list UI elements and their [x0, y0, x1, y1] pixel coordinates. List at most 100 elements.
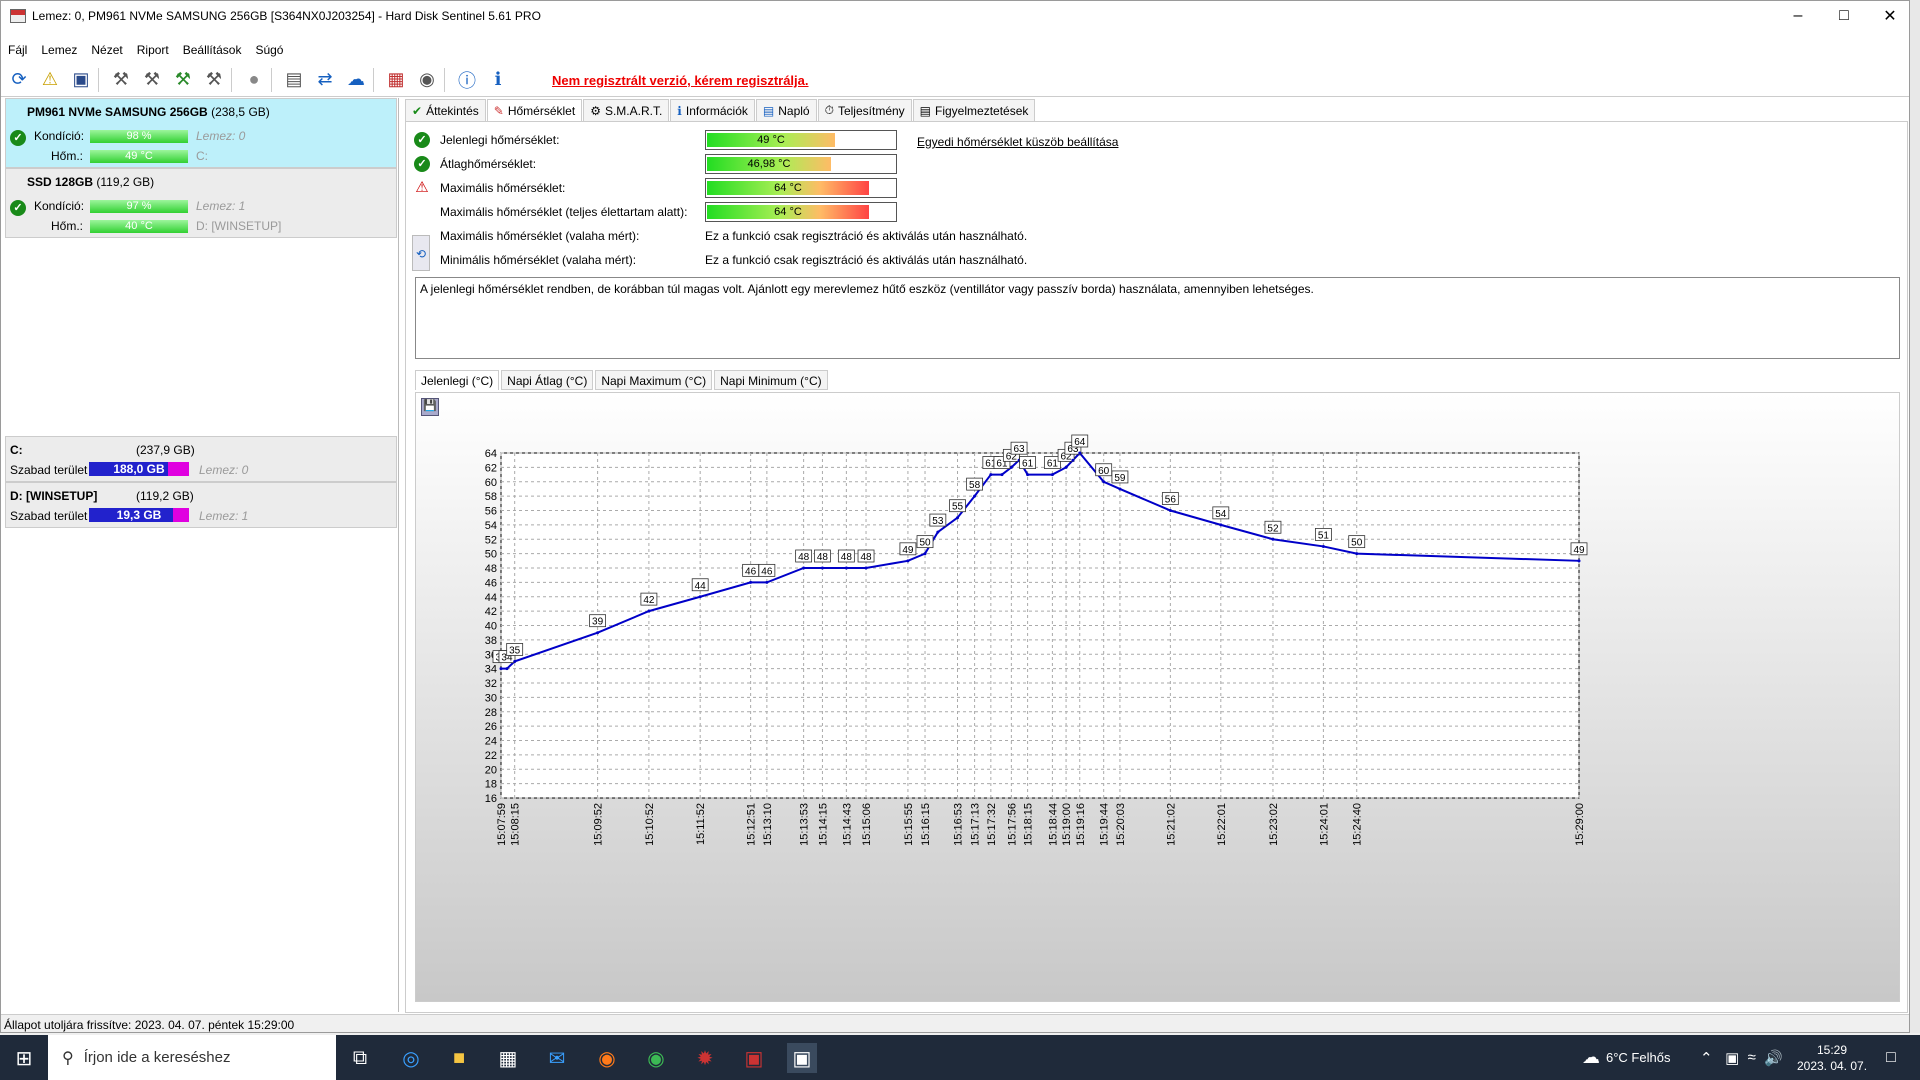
- volume-entry-0[interactable]: C: (237,9 GB) Szabad terület 188,0 GB Le…: [5, 436, 397, 482]
- health-label: Kondíció:: [34, 129, 85, 143]
- close-button[interactable]: ✕: [1867, 1, 1909, 31]
- windows-start-icon[interactable]: ⊞: [9, 1043, 39, 1073]
- hard-disk-sentinel-taskbar-icon[interactable]: ▣: [787, 1043, 817, 1073]
- free-space-bar: 19,3 GB: [89, 508, 189, 522]
- menu-report[interactable]: Riport: [137, 43, 169, 57]
- tab-overview[interactable]: ✔ Áttekintés: [405, 99, 486, 121]
- tab-temperature[interactable]: ✎ Hőmérséklet: [486, 99, 583, 121]
- custom-threshold-link[interactable]: Egyedi hőmérséklet küszöb beállítása: [917, 135, 1118, 149]
- tab-alerts[interactable]: ▤ Figyelmeztetések: [912, 99, 1036, 121]
- x-tick-label: 15:12:51: [746, 803, 758, 846]
- data-point: [936, 530, 940, 534]
- data-label: 59: [1114, 473, 1126, 484]
- y-tick-label: 26: [485, 721, 497, 733]
- clock-time: 15:29: [1816, 1043, 1848, 1057]
- data-point: [906, 559, 910, 563]
- chart-icon[interactable]: ▦: [383, 67, 409, 93]
- weather[interactable]: ☁ 6°C Felhős: [1582, 1035, 1670, 1080]
- menu-help[interactable]: Súgó: [255, 43, 283, 57]
- chrome-icon[interactable]: ◉: [641, 1043, 671, 1073]
- disk-ref: Lemez: 1: [196, 199, 246, 213]
- tray-icons[interactable]: ⌃ ▣ ≈ 🔊: [1700, 1035, 1783, 1080]
- toolbar-separator: [373, 67, 374, 92]
- disk-ref: Lemez: 1: [199, 509, 249, 523]
- tab-daily-minimum[interactable]: Napi Minimum (°C): [714, 370, 828, 390]
- mail-icon[interactable]: ✉: [542, 1043, 572, 1073]
- x-tick-label: 15:15:55: [903, 803, 915, 846]
- tab-daily-maximum[interactable]: Napi Maximum (°C): [595, 370, 713, 390]
- volume-entry-1[interactable]: D: [WINSETUP] (119,2 GB) Szabad terület …: [5, 482, 397, 528]
- test-icon[interactable]: ⚒: [139, 67, 165, 93]
- menu-view[interactable]: Nézet: [91, 43, 122, 57]
- data-label: 58: [969, 480, 981, 491]
- hammer-icon[interactable]: ⚒: [108, 67, 134, 93]
- data-point: [1102, 480, 1106, 484]
- edge-icon[interactable]: ◎: [396, 1043, 426, 1073]
- menu-settings[interactable]: Beállítások: [183, 43, 242, 57]
- help-icon[interactable]: ⓘ: [454, 67, 480, 93]
- tab-daily-average[interactable]: Napi Átlag (°C): [501, 370, 594, 390]
- disk-entry-0[interactable]: PM961 NVMe SAMSUNG 256GB (238,5 GB) ✓ Ko…: [5, 98, 397, 168]
- data-point: [956, 516, 960, 520]
- wifi-icon: ≈: [1747, 1049, 1756, 1066]
- y-tick-label: 42: [485, 606, 497, 618]
- data-point: [1050, 473, 1054, 477]
- history-icon[interactable]: ⟲: [412, 235, 430, 271]
- tab-current[interactable]: Jelenlegi (°C): [415, 370, 500, 390]
- menu-disk[interactable]: Lemez: [41, 43, 77, 57]
- repair-icon[interactable]: ⚒: [201, 67, 227, 93]
- save-icon[interactable]: 💾: [421, 398, 439, 416]
- minimize-button[interactable]: –: [1775, 1, 1821, 31]
- data-label: 42: [643, 595, 655, 606]
- report-icon[interactable]: ▤: [281, 67, 307, 93]
- data-label: 50: [919, 538, 931, 549]
- tab-information[interactable]: ℹ Információk: [670, 99, 755, 121]
- current-temp-bar: 49 °C: [705, 130, 897, 150]
- x-tick-label: 15:17:13: [970, 803, 982, 846]
- ever-max-temp-label: Maximális hőmérséklet (valaha mért):: [440, 229, 640, 243]
- task-view-icon[interactable]: ⧉: [345, 1043, 375, 1073]
- health-label: Kondíció:: [34, 199, 85, 213]
- clock[interactable]: 15:29 2023. 04. 07.: [1796, 1042, 1868, 1074]
- taskbar-search[interactable]: ⚲ Írjon ide a kereséshez: [48, 1035, 336, 1080]
- gear-icon[interactable]: ●: [241, 67, 267, 93]
- unregistered-link[interactable]: Nem regisztrált verzió, kérem regisztrál…: [552, 73, 809, 88]
- drive-letter: C:: [196, 149, 208, 163]
- lifetime-max-temp-bar: 64 °C: [705, 202, 897, 222]
- file-explorer-icon[interactable]: ■: [444, 1043, 474, 1073]
- y-tick-label: 64: [485, 448, 497, 460]
- info-icon[interactable]: ℹ: [485, 67, 511, 93]
- store-icon[interactable]: ▦: [493, 1043, 523, 1073]
- maximize-button[interactable]: □: [1821, 1, 1867, 31]
- free-space-bar: 188,0 GB: [89, 462, 189, 476]
- window-title: Lemez: 0, PM961 NVMe SAMSUNG 256GB [S364…: [32, 9, 541, 23]
- y-tick-label: 50: [485, 549, 497, 561]
- sound-icon[interactable]: ◉: [414, 67, 440, 93]
- notification-icon[interactable]: □: [1876, 1043, 1906, 1073]
- free-label: Szabad terület: [10, 463, 88, 477]
- app-icon-bug[interactable]: ✹: [690, 1043, 720, 1073]
- tab-log[interactable]: ▤ Napló: [755, 99, 817, 121]
- tab-performance[interactable]: ⏱ Teljesítmény: [817, 99, 912, 121]
- data-label: 50: [1351, 538, 1363, 549]
- data-point: [1577, 559, 1581, 563]
- sync-icon[interactable]: ⇄: [312, 67, 338, 93]
- current-temp-label: Jelenlegi hőmérséklet:: [440, 133, 560, 147]
- disk-entry-1[interactable]: SSD 128GB (119,2 GB) ✓ Kondíció: 97 % Le…: [5, 168, 397, 238]
- app-icon-report[interactable]: ▣: [739, 1043, 769, 1073]
- disk-icon[interactable]: ▣: [68, 67, 94, 93]
- refresh-icon[interactable]: ⟳: [6, 67, 32, 93]
- check-test-icon[interactable]: ⚒: [170, 67, 196, 93]
- y-tick-label: 58: [485, 491, 497, 503]
- ok-check-icon: ✓: [10, 200, 26, 216]
- firefox-icon[interactable]: ◉: [592, 1043, 622, 1073]
- menu-file[interactable]: Fájl: [8, 43, 27, 57]
- disk-ref: Lemez: 0: [196, 129, 246, 143]
- volume-name: D: [WINSETUP]: [10, 489, 98, 503]
- y-tick-label: 60: [485, 477, 497, 489]
- alert-icon[interactable]: ⚠: [37, 67, 63, 93]
- data-point: [802, 566, 806, 570]
- x-tick-label: 15:21:02: [1165, 803, 1177, 846]
- network-icon[interactable]: ☁: [343, 67, 369, 93]
- tab-smart[interactable]: ⚙ S.M.A.R.T.: [583, 99, 670, 121]
